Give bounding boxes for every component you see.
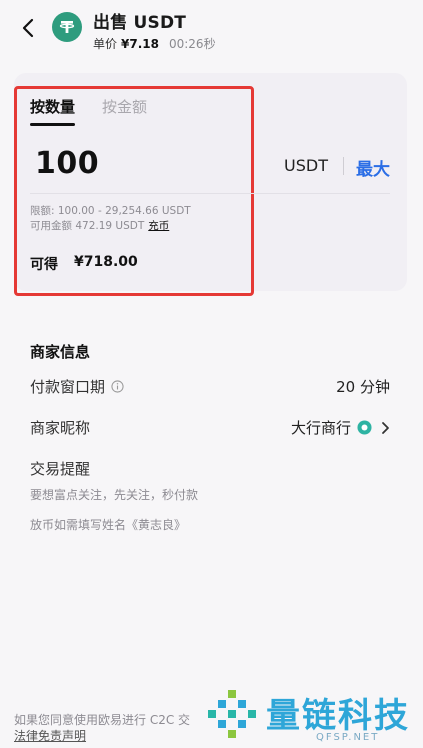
agreement-text: 如果您同意使用欧易进行 C2C 交 bbox=[14, 713, 191, 727]
nickname-label: 商家昵称 bbox=[30, 419, 91, 437]
active-tab-indicator bbox=[30, 123, 75, 126]
back-button[interactable] bbox=[16, 14, 40, 42]
watermark-domain: QFSP.NET bbox=[316, 732, 380, 743]
page-title: 出售 USDT bbox=[93, 13, 187, 33]
price-label: 单价 bbox=[93, 37, 118, 51]
reminder-line-2: 放币如需填写姓名《黄志良》 bbox=[30, 518, 187, 532]
reminder-label: 交易提醒 bbox=[30, 460, 91, 478]
reminder-line-1: 要想富点关注，先关注，秒付款 bbox=[30, 488, 199, 502]
price-line: 单价 ¥7.18 00:26秒 bbox=[93, 35, 216, 52]
verified-badge-icon bbox=[357, 420, 372, 435]
payment-window-label: 付款窗口期 bbox=[30, 378, 106, 396]
merchant-section-title: 商家信息 bbox=[30, 343, 91, 361]
info-icon[interactable] bbox=[111, 380, 124, 393]
available-balance: 可用金额 472.19 USDT 充币 bbox=[30, 218, 169, 233]
watermark-logo-icon bbox=[208, 690, 256, 738]
unit-price: ¥7.18 bbox=[121, 37, 159, 51]
header: 出售 USDT 单价 ¥7.18 00:26秒 bbox=[0, 0, 423, 62]
payment-window-value: 20 分钟 bbox=[336, 378, 390, 396]
watermark: 量链科技 QFSP.NET bbox=[204, 686, 423, 748]
receive-amount: ¥718.00 bbox=[74, 254, 138, 270]
usdt-coin-icon bbox=[52, 12, 82, 42]
chevron-left-icon bbox=[22, 18, 34, 38]
unit-label: USDT bbox=[284, 156, 328, 175]
tab-by-quantity[interactable]: 按数量 bbox=[30, 96, 75, 117]
merchant-nickname-link[interactable]: 大行商行 bbox=[291, 417, 390, 438]
countdown-timer: 00:26秒 bbox=[168, 37, 216, 51]
payment-window-row: 付款窗口期 bbox=[30, 376, 124, 397]
input-underline bbox=[30, 193, 390, 194]
limit-text: 限额: 100.00 - 29,254.66 USDT bbox=[30, 205, 191, 217]
legal-disclaimer-link[interactable]: 法律免责声明 bbox=[14, 727, 86, 744]
quantity-input[interactable]: 100 bbox=[35, 146, 99, 181]
max-button[interactable]: 最大 bbox=[356, 155, 390, 180]
recharge-link[interactable]: 充币 bbox=[148, 220, 169, 232]
divider bbox=[343, 157, 344, 175]
tab-by-amount[interactable]: 按金额 bbox=[102, 96, 147, 117]
chevron-right-icon bbox=[382, 421, 389, 434]
receive-label: 可得 bbox=[30, 257, 58, 273]
watermark-name: 量链科技 bbox=[266, 696, 410, 736]
available-text: 可用金额 472.19 USDT bbox=[30, 220, 145, 232]
nickname-value: 大行商行 bbox=[290, 419, 351, 437]
